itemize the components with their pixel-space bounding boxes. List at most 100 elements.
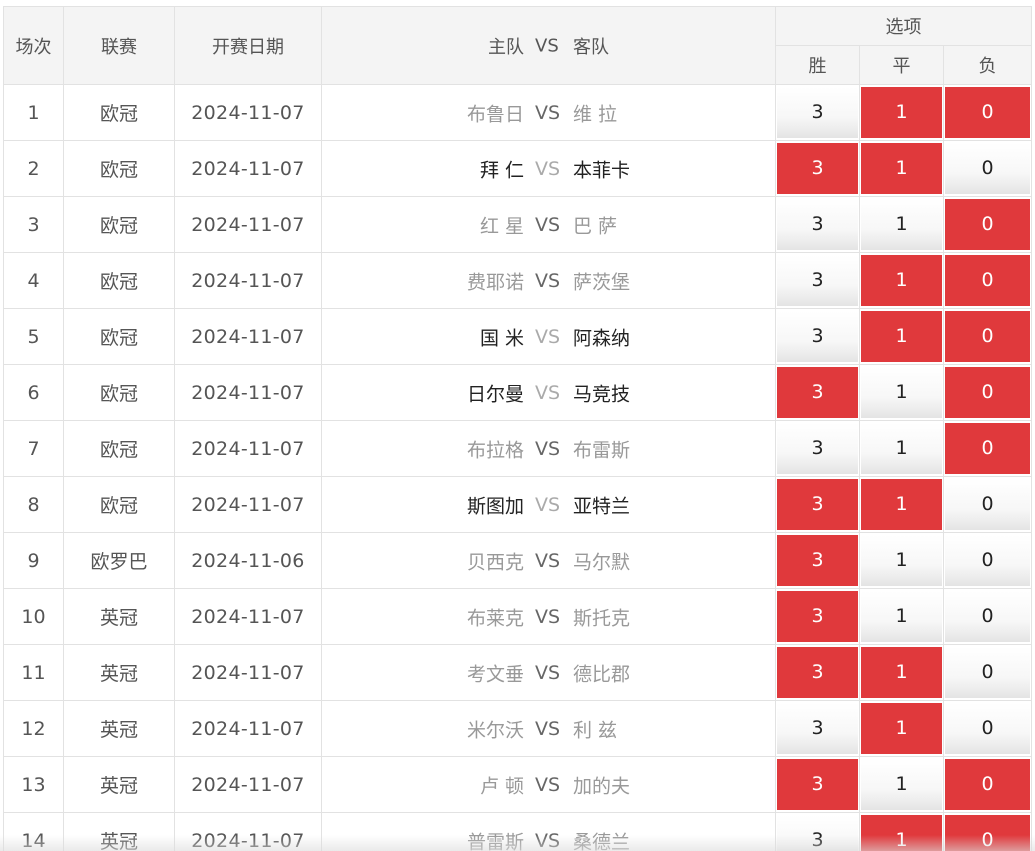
lose-option-button[interactable]: 0 xyxy=(945,199,1031,250)
match-date: 2024-11-07 xyxy=(174,812,322,851)
lose-option-button[interactable]: 0 xyxy=(945,367,1031,418)
match-number: 7 xyxy=(3,420,64,477)
win-cell: 3 xyxy=(775,196,860,253)
league-name: 欧冠 xyxy=(63,308,175,365)
draw-option-button[interactable]: 1 xyxy=(861,311,942,362)
lose-cell: 0 xyxy=(942,252,1033,309)
lose-cell: 0 xyxy=(942,364,1033,421)
win-option-button[interactable]: 3 xyxy=(777,367,858,418)
win-option-button[interactable]: 3 xyxy=(777,703,858,754)
header-home: 主队 xyxy=(488,36,524,58)
match-number: 6 xyxy=(3,364,64,421)
win-option-button[interactable]: 3 xyxy=(777,591,858,642)
draw-cell: 1 xyxy=(859,588,944,645)
draw-option-button[interactable]: 1 xyxy=(861,199,942,250)
draw-option-button[interactable]: 1 xyxy=(861,759,942,810)
win-option-button[interactable]: 3 xyxy=(777,479,858,530)
lose-option-button[interactable]: 0 xyxy=(945,479,1031,530)
win-option-button[interactable]: 3 xyxy=(777,759,858,810)
draw-cell: 1 xyxy=(859,644,944,701)
home-team: 米尔沃 xyxy=(466,719,524,741)
match-teams: 布鲁日 VS 维 拉 xyxy=(321,84,776,141)
match-teams: 布拉格 VS 布雷斯 xyxy=(321,420,776,477)
away-team: 萨茨堡 xyxy=(573,271,631,293)
draw-option-button[interactable]: 1 xyxy=(861,647,942,698)
draw-option-button[interactable]: 1 xyxy=(861,255,942,306)
match-teams: 拜 仁 VS 本菲卡 xyxy=(321,140,776,197)
lose-cell: 0 xyxy=(942,532,1033,589)
table-row: 10 英冠 2024-11-07 布莱克 VS 斯托克 3 1 0 xyxy=(3,588,1033,645)
table-row: 11 英冠 2024-11-07 考文垂 VS 德比郡 3 1 0 xyxy=(3,644,1033,701)
header-date: 开赛日期 xyxy=(174,6,322,85)
away-team: 巴 萨 xyxy=(573,215,618,237)
table-row: 7 欧冠 2024-11-07 布拉格 VS 布雷斯 3 1 0 xyxy=(3,420,1033,477)
away-team: 斯托克 xyxy=(573,607,631,629)
win-option-button[interactable]: 3 xyxy=(777,423,858,474)
draw-option-button[interactable]: 1 xyxy=(861,143,942,194)
lose-option-button[interactable]: 0 xyxy=(945,535,1031,586)
draw-option-button[interactable]: 1 xyxy=(861,591,942,642)
win-option-button[interactable]: 3 xyxy=(777,143,858,194)
draw-cell: 1 xyxy=(859,140,944,197)
lose-option-button[interactable]: 0 xyxy=(945,703,1031,754)
match-date: 2024-11-07 xyxy=(174,476,322,533)
header-lose: 负 xyxy=(942,45,1033,85)
match-number: 9 xyxy=(3,532,64,589)
lose-option-button[interactable]: 0 xyxy=(945,647,1031,698)
lose-cell: 0 xyxy=(942,420,1033,477)
lose-option-button[interactable]: 0 xyxy=(945,423,1031,474)
win-option-button[interactable]: 3 xyxy=(777,815,858,851)
match-date: 2024-11-07 xyxy=(174,700,322,757)
lose-cell: 0 xyxy=(942,756,1033,813)
lose-option-button[interactable]: 0 xyxy=(945,87,1031,138)
draw-cell: 1 xyxy=(859,756,944,813)
league-name: 英冠 xyxy=(63,756,175,813)
league-name: 欧罗巴 xyxy=(63,532,175,589)
win-option-button[interactable]: 3 xyxy=(777,199,858,250)
home-team: 费耶诺 xyxy=(466,271,524,293)
lose-option-button[interactable]: 0 xyxy=(945,311,1031,362)
draw-option-button[interactable]: 1 xyxy=(861,87,942,138)
lose-option-button[interactable]: 0 xyxy=(945,759,1031,810)
league-name: 英冠 xyxy=(63,812,175,851)
win-option-button[interactable]: 3 xyxy=(777,535,858,586)
home-team: 贝西克 xyxy=(466,551,524,573)
away-team: 加的夫 xyxy=(573,775,631,797)
lose-option-button[interactable]: 0 xyxy=(945,815,1031,851)
win-cell: 3 xyxy=(775,812,860,851)
draw-cell: 1 xyxy=(859,476,944,533)
lose-cell: 0 xyxy=(942,812,1033,851)
draw-option-button[interactable]: 1 xyxy=(861,703,942,754)
win-option-button[interactable]: 3 xyxy=(777,311,858,362)
draw-option-button[interactable]: 1 xyxy=(861,423,942,474)
vs-label: VS xyxy=(535,829,561,851)
draw-option-button[interactable]: 1 xyxy=(861,815,942,851)
match-number: 8 xyxy=(3,476,64,533)
draw-option-button[interactable]: 1 xyxy=(861,535,942,586)
match-date: 2024-11-07 xyxy=(174,420,322,477)
match-number: 3 xyxy=(3,196,64,253)
match-number: 11 xyxy=(3,644,64,701)
vs-label: VS xyxy=(535,381,561,404)
match-date: 2024-11-07 xyxy=(174,196,322,253)
away-team: 布雷斯 xyxy=(573,439,631,461)
win-option-button[interactable]: 3 xyxy=(777,647,858,698)
win-option-button[interactable]: 3 xyxy=(777,255,858,306)
table-row: 6 欧冠 2024-11-07 日尔曼 VS 马竞技 3 1 0 xyxy=(3,364,1033,421)
lose-option-button[interactable]: 0 xyxy=(945,255,1031,306)
league-name: 欧冠 xyxy=(63,252,175,309)
match-date: 2024-11-07 xyxy=(174,364,322,421)
home-team: 红 星 xyxy=(479,215,524,237)
match-date: 2024-11-07 xyxy=(174,756,322,813)
win-option-button[interactable]: 3 xyxy=(777,87,858,138)
draw-option-button[interactable]: 1 xyxy=(861,479,942,530)
match-date: 2024-11-07 xyxy=(174,252,322,309)
home-team: 国 米 xyxy=(479,327,524,349)
match-teams: 普雷斯 VS 桑德兰 xyxy=(321,812,776,851)
lose-option-button[interactable]: 0 xyxy=(945,591,1031,642)
win-cell: 3 xyxy=(775,364,860,421)
league-name: 欧冠 xyxy=(63,84,175,141)
lose-option-button[interactable]: 0 xyxy=(945,143,1031,194)
draw-option-button[interactable]: 1 xyxy=(861,367,942,418)
league-name: 英冠 xyxy=(63,700,175,757)
